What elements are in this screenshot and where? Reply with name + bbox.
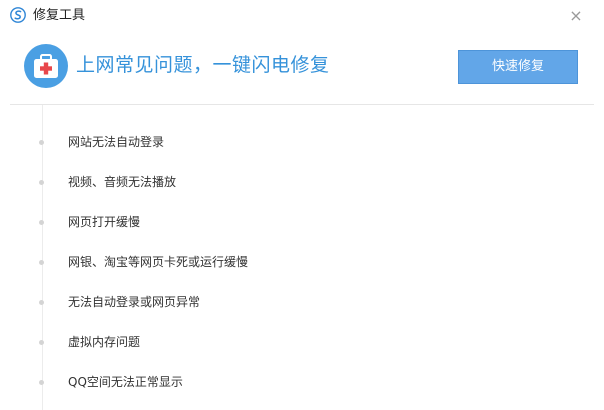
bullet-dot [39, 340, 44, 345]
problem-label[interactable]: 视频、音频无法播放 [68, 173, 176, 191]
bullet-dot [39, 180, 44, 185]
close-icon[interactable]: × [566, 6, 586, 26]
problem-label[interactable]: 网银、淘宝等网页卡死或运行缓慢 [68, 253, 248, 271]
bullet-dot [39, 380, 44, 385]
list-item[interactable]: QQ空间无法正常显示 [36, 373, 436, 393]
problem-label[interactable]: 网页打开缓慢 [68, 213, 140, 231]
bullet-dot [39, 220, 44, 225]
list-item[interactable]: 网银、淘宝等网页卡死或运行缓慢 [36, 253, 436, 273]
repair-tool-window: 修复工具 × 上网常见问题，一键闪电修复 快速修复 网站无法自动登录 视频、音频… [0, 0, 604, 410]
problem-label[interactable]: 网站无法自动登录 [68, 133, 164, 151]
title-bar: 修复工具 × [0, 0, 604, 32]
first-aid-kit-icon [24, 44, 68, 88]
list-item[interactable]: 网页打开缓慢 [36, 213, 436, 233]
problem-label[interactable]: 虚拟内存问题 [68, 333, 140, 351]
headline: 上网常见问题，一键闪电修复 [76, 54, 330, 76]
problem-label[interactable]: QQ空间无法正常显示 [68, 373, 183, 391]
bullet-dot [39, 300, 44, 305]
bullet-dot [39, 260, 44, 265]
browser-logo-icon [10, 7, 26, 23]
bullet-dot [39, 140, 44, 145]
problem-label[interactable]: 无法自动登录或网页异常 [68, 293, 200, 311]
list-item[interactable]: 网站无法自动登录 [36, 133, 436, 153]
header-divider [10, 104, 594, 105]
quick-fix-button[interactable]: 快速修复 [458, 50, 578, 84]
list-item[interactable]: 视频、音频无法播放 [36, 173, 436, 193]
window-title: 修复工具 [33, 8, 86, 23]
list-item[interactable]: 虚拟内存问题 [36, 333, 436, 353]
list-item[interactable]: 无法自动登录或网页异常 [36, 293, 436, 313]
